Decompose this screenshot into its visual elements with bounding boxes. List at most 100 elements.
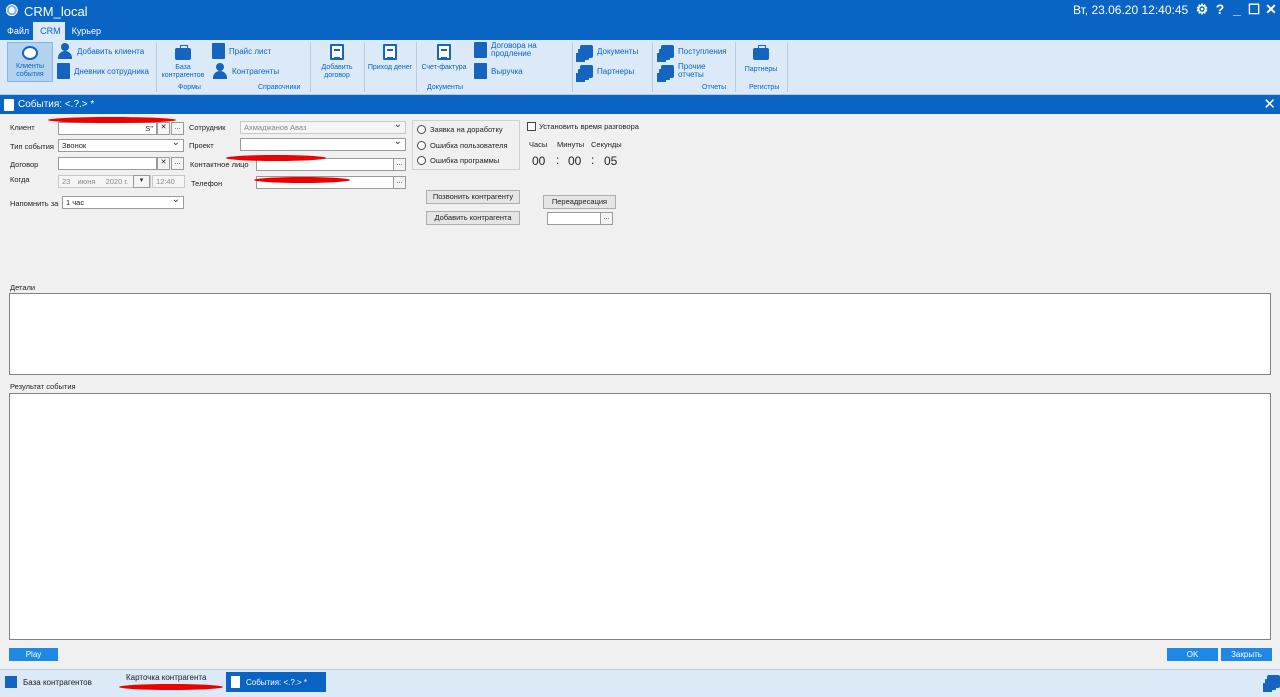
invoice-button[interactable]: Счет-фактура	[421, 44, 467, 82]
clear-client-icon[interactable]: ✕	[157, 122, 170, 135]
calendar-dropdown-icon[interactable]: ▾	[133, 175, 150, 188]
ribbon-separator	[572, 42, 573, 92]
timer-separator: :	[591, 153, 595, 167]
set-talk-time-checkbox[interactable]: Установить время разговора	[527, 122, 639, 131]
task-contractor-base[interactable]: База контрагентов	[0, 672, 122, 692]
result-textarea[interactable]	[9, 393, 1271, 640]
datetime-display: Вт, 23.06.20 12:40:45	[1073, 3, 1189, 17]
ok-button[interactable]: OK	[1167, 648, 1218, 661]
partners-small-button[interactable]: Партнеры	[574, 62, 634, 80]
details-textarea[interactable]	[9, 293, 1271, 375]
task-events[interactable]: События: <.?.> *	[226, 672, 326, 692]
contact-select-button[interactable]: ...	[393, 158, 406, 171]
close-document-icon[interactable]: ✕	[1263, 95, 1276, 113]
play-button[interactable]: Play	[9, 648, 58, 661]
when-label: Когда	[10, 175, 30, 184]
revenue-button[interactable]: Выручка	[474, 62, 523, 80]
add-person-icon	[57, 43, 73, 59]
client-events-button[interactable]: Клиенты события	[7, 42, 53, 82]
group-label-registers: Регистры	[749, 84, 780, 91]
partners-button[interactable]: Партнеры	[740, 44, 782, 82]
other-reports-button[interactable]: Прочие отчеты	[655, 62, 715, 80]
contract-document-icon	[330, 44, 344, 60]
contractor-base-button[interactable]: База контрагентов	[158, 44, 208, 82]
price-list-button[interactable]: Прайс лист	[212, 42, 271, 60]
seconds-value: 05	[604, 154, 618, 168]
ribbon-separator	[652, 42, 653, 92]
chat-icon	[22, 46, 38, 60]
menu-file[interactable]: Файл	[0, 22, 33, 40]
maximize-icon[interactable]: ☐	[1246, 1, 1262, 18]
app-title: CRM_local	[24, 3, 88, 19]
documents-button[interactable]: Документы	[574, 42, 638, 60]
minutes-label: Минуты	[557, 140, 585, 149]
client-select-button[interactable]: ...	[171, 122, 184, 135]
redirect-field[interactable]	[547, 212, 601, 225]
add-contract-button[interactable]: Добавить договор	[314, 44, 360, 82]
employee-select[interactable]: Ахмаджанов Аваз	[240, 121, 406, 134]
ribbon-separator	[787, 42, 788, 92]
event-type-select[interactable]: Звонок	[58, 139, 184, 152]
events-document-icon	[231, 676, 240, 688]
title-bar: CRM_local Вт, 23.06.20 12:40:45 ⚙ ? _ ☐ …	[0, 0, 1280, 22]
close-icon[interactable]: ✕	[1263, 1, 1279, 18]
radio-program-error[interactable]: Ошибка программы	[417, 156, 499, 165]
radio-circle	[417, 156, 426, 165]
document-icon	[4, 98, 14, 111]
client-field[interactable]: S"	[58, 122, 157, 135]
event-type-label: Тип события	[10, 142, 54, 151]
menu-bar: Файл CRM Курьер	[0, 22, 1280, 40]
add-contractor-button[interactable]: Добавить контрагента	[426, 211, 520, 225]
event-form: Клиент S" ✕ ... Тип события Звонок Догов…	[0, 114, 1280, 669]
contract-field[interactable]	[58, 157, 157, 170]
invoice-document-icon	[437, 44, 451, 60]
document-header: События: <.?.> * ✕	[0, 95, 1280, 114]
group-label-references: Справочники	[258, 84, 301, 91]
ribbon-toolbar: Клиенты события Добавить клиента Дневник…	[0, 40, 1280, 95]
contract-select-button[interactable]: ...	[171, 157, 184, 170]
project-select[interactable]	[240, 138, 406, 151]
money-document-icon	[383, 44, 397, 60]
add-client-button[interactable]: Добавить клиента	[57, 42, 144, 60]
ribbon-separator	[310, 42, 311, 92]
seconds-label: Секунды	[591, 140, 622, 149]
settings-gear-icon[interactable]: ⚙	[1194, 1, 1210, 18]
menu-crm[interactable]: CRM	[33, 22, 65, 40]
timer-separator: :	[556, 153, 560, 167]
hours-label: Часы	[529, 140, 548, 149]
windows-stack-icon[interactable]	[1267, 675, 1280, 688]
phone-select-button[interactable]: ...	[393, 176, 406, 189]
redaction-mark	[254, 177, 350, 183]
redirect-select-button[interactable]: ...	[600, 212, 613, 225]
taskbar: База контрагентов Карточка контрагента С…	[0, 669, 1280, 697]
redirect-button[interactable]: Переадресация	[543, 195, 616, 209]
radio-rework-request[interactable]: Заявка на доработку	[417, 125, 503, 134]
time-field[interactable]: 12:40	[152, 175, 185, 188]
briefcase-icon	[175, 45, 191, 60]
contracts-renewal-button[interactable]: Договора на продление	[474, 41, 570, 59]
partners-stack-icon	[580, 64, 593, 78]
radio-user-error[interactable]: Ошибка пользователя	[417, 141, 508, 150]
phone-label: Телефон	[191, 179, 223, 188]
group-label-documents: Документы	[427, 84, 464, 91]
group-label-reports: Отчеты	[702, 84, 727, 91]
contractors-button[interactable]: Контрагенты	[212, 62, 279, 80]
ribbon-separator	[416, 42, 417, 92]
employee-diary-button[interactable]: Дневник сотрудника	[57, 62, 149, 80]
minimize-icon[interactable]: _	[1229, 1, 1245, 17]
document-title: События: <.?.> *	[18, 99, 95, 110]
redaction-mark	[48, 117, 176, 123]
menu-courier[interactable]: Курьер	[65, 22, 105, 40]
close-button[interactable]: Закрыть	[1221, 648, 1272, 661]
ribbon-separator	[156, 42, 157, 92]
details-label: Детали	[10, 283, 36, 292]
radio-circle	[417, 141, 426, 150]
contractors-person-icon	[212, 63, 228, 79]
remind-select[interactable]: 1 час	[62, 196, 184, 209]
money-income-button[interactable]: Приход денег	[367, 44, 413, 82]
help-icon[interactable]: ?	[1212, 1, 1228, 17]
diary-book-icon	[57, 63, 70, 79]
receipts-button[interactable]: Поступления	[655, 42, 727, 60]
clear-contract-icon[interactable]: ✕	[157, 157, 170, 170]
call-contractor-button[interactable]: Позвонить контрагенту	[426, 190, 520, 204]
